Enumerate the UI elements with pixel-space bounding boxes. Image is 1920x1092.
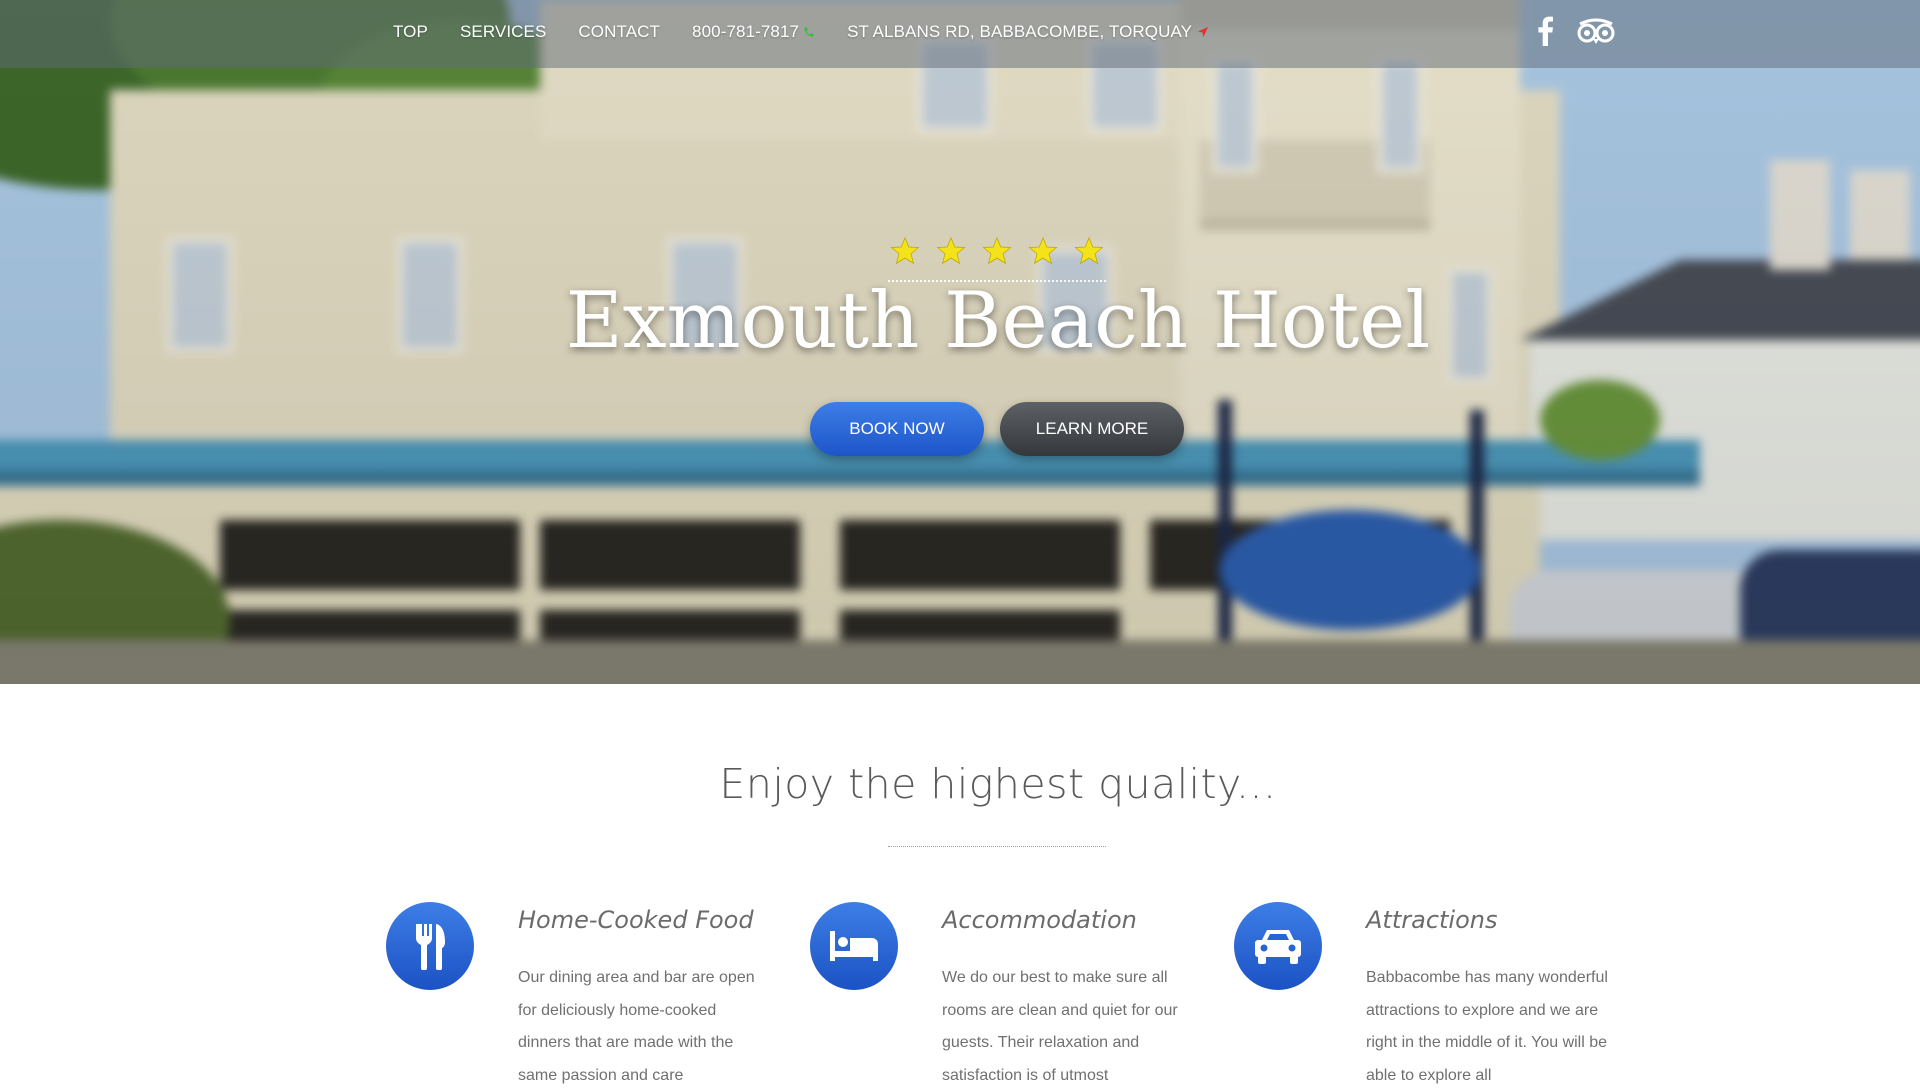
feature-home-cooked-food: Home-Cooked Food Our dining area and bar… [386, 902, 786, 1084]
tripadvisor-icon[interactable] [1576, 17, 1616, 45]
feature-description: Our dining area and bar are open for del… [518, 969, 755, 1084]
address-text: ST ALBANS RD, BABBACOMBE, TORQUAY [847, 22, 1193, 41]
nav-phone-link[interactable]: 800-781-7817 [692, 22, 815, 42]
nav-item-services[interactable]: SERVICES [460, 22, 546, 42]
book-now-button[interactable]: BOOK NOW [810, 402, 984, 456]
feature-description: Babbacombe has many wonderful attraction… [1366, 969, 1608, 1084]
nav-item-top[interactable]: TOP [393, 22, 428, 42]
star-rating [886, 236, 1108, 266]
bed-icon [810, 902, 898, 990]
hero-section: Exmouth Beach Hotel BOOK NOW LEARN MORE [0, 0, 1920, 684]
star-icon [1074, 236, 1104, 266]
star-icon [982, 236, 1012, 266]
feature-title: Accommodation [942, 906, 1137, 934]
top-navigation-bar: TOP SERVICES CONTACT 800-781-7817 ST ALB… [0, 0, 1920, 68]
section-heading: Enjoy the highest quality... [719, 760, 1277, 808]
feature-attractions: Attractions Babbacombe has many wonderfu… [1234, 902, 1634, 1084]
section-divider [888, 846, 1106, 847]
learn-more-button[interactable]: LEARN MORE [1000, 402, 1184, 456]
star-icon [936, 236, 966, 266]
feature-title: Attractions [1366, 906, 1498, 934]
star-icon [890, 236, 920, 266]
facebook-icon[interactable] [1536, 16, 1554, 46]
phone-number: 800-781-7817 [692, 22, 800, 41]
cutlery-icon [386, 902, 474, 990]
location-arrow-icon [1197, 26, 1209, 38]
phone-icon [803, 26, 815, 38]
social-links [1536, 16, 1616, 46]
hotel-title: Exmouth Beach Hotel [565, 276, 1431, 366]
feature-title: Home-Cooked Food [518, 906, 754, 934]
car-icon [1234, 902, 1322, 990]
feature-description: We do our best to make sure all rooms ar… [942, 969, 1178, 1084]
nav-item-contact[interactable]: CONTACT [578, 22, 660, 42]
nav-address-link[interactable]: ST ALBANS RD, BABBACOMBE, TORQUAY [847, 22, 1209, 42]
feature-accommodation: Accommodation We do our best to make sur… [810, 902, 1210, 1084]
main-nav: TOP SERVICES CONTACT 800-781-7817 ST ALB… [393, 20, 1241, 44]
star-icon [1028, 236, 1058, 266]
